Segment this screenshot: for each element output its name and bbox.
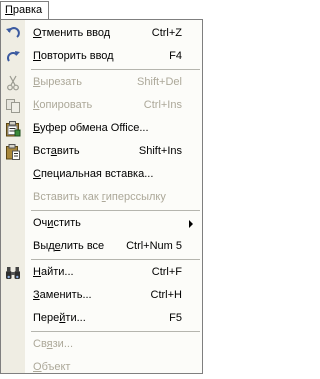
label-pre: Оч [33,217,48,229]
label-post: лить все [60,240,105,252]
menu-item-label: Вырезать [33,71,82,94]
label-pre: Выд [33,240,55,252]
label-accel: Б [33,122,40,134]
menu-item-14: Объект [1,356,202,379]
label-pre: Пере [33,312,60,324]
menu-bar: Правка [0,0,203,20]
menu-item-label: Буфер обмена Office... [33,117,149,140]
label-accel: О [33,361,42,373]
menu-item-13: Связи... [1,333,202,356]
menu-title-accel: П [5,4,13,16]
label-post: стить [53,217,81,229]
menu-item-label: Выделить все [33,235,104,258]
menu-item-shortcut: F5 [169,312,182,324]
menu-item-1[interactable]: Повторить ввод F4 [1,45,202,68]
menu-item-label: Специальная вставка... [33,163,153,186]
copy-icon [4,97,21,114]
menu-item-label: Очистить [33,212,81,235]
menu-item-label: Отменить ввод [33,22,110,45]
label-post: зи... [52,338,73,350]
menu-item-label: Объект [33,356,70,379]
menu-item-label: Копировать [33,94,92,117]
label-post: бъект [41,361,71,373]
edit-dropdown-menu: Отменить ввод Ctrl+Z Повторить ввод F4 Вырез… [0,19,203,374]
menu-item-shortcut: Ctrl+F [151,266,182,278]
menu-item-shortcut: Shift+Ins [138,145,182,157]
menu-item-8[interactable]: Очистить [1,212,202,235]
menu-item-5[interactable]: Вставить Shift+Ins [1,140,202,163]
submenu-arrow-icon [189,220,193,228]
label-post: айти... [40,266,74,278]
menu-item-10[interactable]: Найти... Ctrl+F [1,261,202,284]
menu-item-label: Перейти... [33,307,86,330]
label-post: тменить ввод [41,27,111,39]
label-accel: С [33,168,41,180]
label-post: овторить ввод [40,50,114,62]
menu-item-3: Копировать Ctrl+Ins [1,94,202,117]
label-post: опировать [39,99,93,111]
menu-title-rest: равка [12,4,43,16]
icon-slot-empty [4,310,21,327]
menu-item-0[interactable]: Отменить ввод Ctrl+Z [1,22,202,45]
redo-icon [4,48,21,65]
label-accel: З [33,289,40,301]
menu-item-shortcut: Ctrl+Z [151,27,182,39]
menu-item-label: Вставить [33,140,80,163]
menu-item-6[interactable]: Специальная вставка... [1,163,202,186]
label-post: иперссылку [105,191,166,203]
label-pre: Вст [33,145,51,157]
menu-item-shortcut: Ctrl+Num 5 [126,240,182,252]
binoculars-icon [4,264,21,281]
icon-slot-empty [4,166,21,183]
cut-icon [4,74,21,91]
label-post: ырезать [40,76,82,88]
label-pre: Вставить как [33,191,102,203]
menu-title-edit[interactable]: Правка [0,1,50,20]
menu-item-shortcut: Shift+Del [137,76,182,88]
label-post: вить [56,145,80,157]
paste-icon [4,143,21,160]
menu-item-9[interactable]: Выделить все Ctrl+Num 5 [1,235,202,258]
icon-slot-empty [4,189,21,206]
label-accel: О [33,27,42,39]
menu-item-label: Повторить ввод [33,45,114,68]
menu-item-label: Связи... [33,333,73,356]
menu-item-7: Вставить как гиперссылку [1,186,202,209]
label-accel: П [33,50,41,62]
menu-item-shortcut: Ctrl+H [150,289,182,301]
menu-item-4[interactable]: Буфер обмена Office... [1,117,202,140]
label-accel: Н [33,266,41,278]
menu-item-shortcut: Ctrl+Ins [143,99,182,111]
menu-item-label: Вставить как гиперссылку [33,186,166,209]
icon-slot-empty [4,336,21,353]
label-post: уфер обмена Office... [39,122,149,134]
menu-items: Отменить ввод Ctrl+Z Повторить ввод F4 Вырез… [1,22,202,379]
menu-item-label: Заменить... [33,284,92,307]
label-pre: Св [33,338,47,350]
icon-slot-empty [4,287,21,304]
label-post: пециальная вставка... [40,168,154,180]
menu-item-11[interactable]: Заменить... Ctrl+H [1,284,202,307]
undo-icon [4,25,21,42]
menu-item-shortcut: F4 [169,50,182,62]
icon-slot-empty [4,359,21,376]
icon-slot-empty [4,238,21,255]
label-post: аменить... [39,289,92,301]
menu-item-2: Вырезать Shift+Del [1,71,202,94]
icon-slot-empty [4,215,21,232]
clipboard-icon [4,120,21,137]
menu-item-12[interactable]: Перейти... F5 [1,307,202,330]
label-post: ти... [65,312,86,324]
menu-item-label: Найти... [33,261,74,284]
